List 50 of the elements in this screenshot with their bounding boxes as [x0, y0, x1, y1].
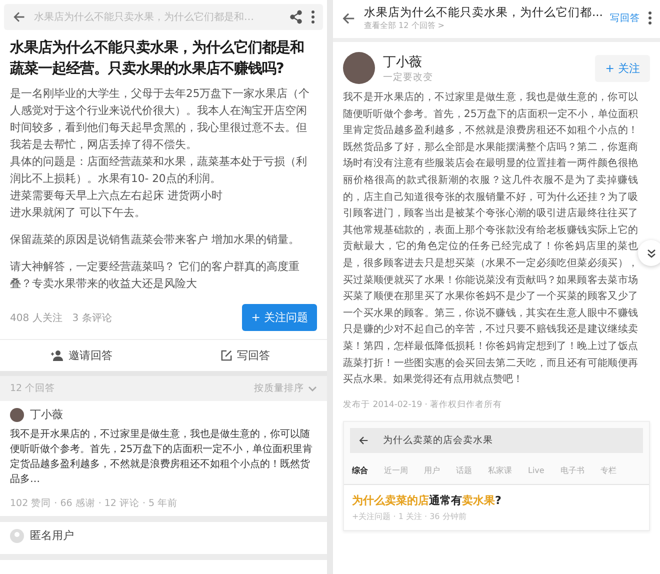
- answer-excerpt[interactable]: 我不是开水果店的，不过家里是做生意，我也是做生意的，你可以随便听听做个参考。首先，25万盘下的店面积一定不小，单位面积里肯定货品越多盈利越多，不然就是浪费房租还不如租个小点的！既然货品多…: [10, 427, 317, 487]
- chevron-down-icon: [308, 386, 317, 392]
- expand-button[interactable]: [638, 240, 660, 266]
- question-paragraph: 具体的问题是：店面经营蔬菜和水果，蔬菜基本处于亏损（利润比不上损耗）。水果有10- 20点的利润。: [10, 154, 308, 187]
- question-paragraph: 请大神解答，一定要经营蔬菜吗？ 它们的客户群真的高度重叠？专卖水果带来的收益大还是风险大: [10, 259, 300, 292]
- search-tab[interactable]: 综合: [352, 464, 368, 476]
- question-paragraph: 保留蔬菜的原因是说销售蔬菜会带来客户 增加水果的销量。: [10, 232, 300, 248]
- author-bio: 一定要改变: [383, 70, 434, 84]
- back-arrow-icon[interactable]: [12, 10, 26, 24]
- answer-meta: 102 赞同 · 66 感谢 · 12 评论 · 5 年前: [10, 498, 178, 509]
- question-paragraph: 是一名刚毕业的大学生，父母于去年25万盘下一家水果店（个人感觉对于这个行业来说代价很大）。我本人在淘宝开店空闲时间较多，看到他们每天起早贪黑的，我心里很过意不去。但我若是去帮忙，网店丢掉了得不偿失。: [10, 86, 311, 153]
- top-bar-title: 水果店为什么不能只卖水果，为什么它们都是和…: [34, 10, 255, 24]
- back-arrow-icon[interactable]: [358, 434, 369, 446]
- view-all-answers-link[interactable]: 查看全部 12 个回答 >: [364, 20, 602, 31]
- result-meta: +关注问题 · 1 关注 · 36 分钟前: [352, 510, 468, 522]
- more-icon[interactable]: [311, 10, 315, 24]
- search-tab[interactable]: Live: [528, 464, 544, 476]
- anonymous-avatar-icon: [10, 528, 24, 542]
- search-tab[interactable]: 用户: [424, 464, 440, 476]
- more-icon[interactable]: [648, 11, 652, 25]
- comments-link[interactable]: 3 条评论: [72, 310, 112, 324]
- share-icon[interactable]: [289, 10, 303, 24]
- edit-icon: [220, 350, 232, 361]
- back-arrow-icon[interactable]: [341, 10, 356, 26]
- question-title: 水果店为什么不能只卖水果，为什么它们都是和蔬菜一起经营。只卖水果的水果店不赚钱吗?: [10, 38, 305, 79]
- search-query: 为什么卖菜的店会卖水果: [383, 434, 493, 447]
- publish-info: 发布于 2014-02-19 · 著作权归作者所有: [342, 398, 504, 412]
- result-title[interactable]: 为什么卖菜的店通常有卖水果?: [352, 492, 641, 508]
- search-tab[interactable]: 近一周: [384, 464, 408, 476]
- search-tab[interactable]: 专栏: [600, 464, 616, 476]
- followers-count: 408 人关注: [10, 312, 62, 324]
- follow-button[interactable]: + 关注: [595, 54, 650, 82]
- author-name[interactable]: 匿名用户: [30, 528, 74, 543]
- answer-text: 我不是开水果店的，不过家里是做生意，我也是做生意的，你可以随便听听做个参考。首先，25万盘下的店面积一定不小，单位面积里肯定货品越多盈利越多，不然就是浪费房租还不如租个小点的！既然货品多了好，那么全部是水果能摆满整个店吗？第二，你逛商场时有没有注意有些服装店会在最明显的位置挂着一两件颜色很艳丽价格很高的款式很新潮的衣服？这几件衣服不是为了卖掉赚钱的，店主自己知道很夸张的衣服销量不好，可为什么还挂？为了吸引顾客进门，顾客当出是被某个夸张心潮的吸引进店最终往往买了其他常规基础款的，表面上那个夸张款没有给老板赚钱实际上它的贡献最大，它的角色定位的任务已经完成了！你爸妈店里的菜也是，很多顾客进去只是想买菜（水果不一定必须吃但菜必须买），买过菜顺便就买了水果！你能说菜没有贡献吗？如果顾客去菜市场买菜了顺便在那里买了水果你爸妈不是少了一个买菜的顾客又少了一个买水果的顾客。第三，你说不赚钱，其实在生意人眼中不赚钱只是赚的少对不起自己的辛苦，不过只要不赔钱我还是建议继续卖菜！第四，怎样最低降低损耗！你爸妈肯定想到了！晚上过了饭点蔬菜打折！一些图实惠的会买回去第二天吃，而且还有可能顺便再买点水果。如果觉得还有点用就点赞吧！: [343, 90, 638, 388]
- write-answer-link[interactable]: 写回答: [610, 12, 640, 24]
- author-name[interactable]: 丁小薇: [383, 52, 588, 70]
- search-tab[interactable]: 私家课: [488, 464, 512, 476]
- avatar-placeholder[interactable]: [343, 52, 375, 84]
- search-tab[interactable]: 话题: [456, 464, 472, 476]
- search-tab[interactable]: 电子书: [560, 464, 584, 476]
- follow-question-button[interactable]: + 关注问题: [242, 304, 317, 331]
- question-paragraph: 进水果就闲了 可以下午去。: [10, 205, 146, 221]
- double-chevron-down-icon: [646, 248, 656, 258]
- avatar-placeholder[interactable]: [10, 408, 24, 422]
- header-title: 水果店为什么不能只卖水果，为什么它们都...: [364, 5, 602, 20]
- answers-count: 12 个回答: [10, 382, 56, 395]
- sort-dropdown[interactable]: 按质量排序: [254, 382, 317, 395]
- author-name[interactable]: 丁小薇: [30, 407, 63, 422]
- add-user-icon: [51, 350, 64, 361]
- question-paragraph: 进菜需要每天早上六点左右起床 进货两小时: [10, 188, 224, 204]
